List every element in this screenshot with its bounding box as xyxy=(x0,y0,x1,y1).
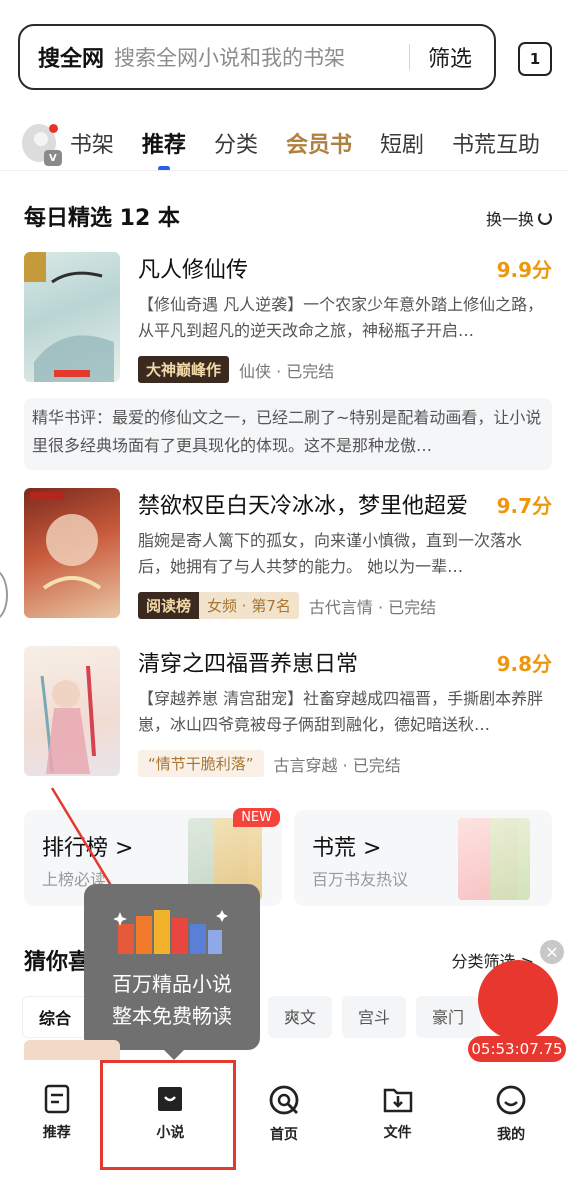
tab-category[interactable]: 分类 xyxy=(214,127,258,159)
book-genre-status: 仙侠 · 已完结 xyxy=(239,361,335,381)
daily-title: 每日精选 12 本 xyxy=(24,206,180,231)
home-q-icon xyxy=(269,1085,299,1115)
book-meta: 大神巅峰作 仙侠 · 已完结 xyxy=(138,356,334,383)
smile-icon xyxy=(496,1085,526,1115)
book-item[interactable]: 凡人修仙传 9.9分 【修仙奇遇 凡人逆袭】一个农家少年意外踏上修仙之路，从平凡… xyxy=(24,252,552,384)
book-shortage-card[interactable]: 书荒 > 百万书友热议 xyxy=(294,810,552,906)
book-title: 凡人修仙传 xyxy=(138,258,249,283)
chip-gongdou[interactable]: 宫斗 xyxy=(342,996,407,1038)
book-item[interactable]: 清穿之四福晋养崽日常 9.8分 【穿越养崽 清宫甜宠】社畜穿越成四福晋，手撕剧本… xyxy=(24,646,552,778)
books-illustration-icon xyxy=(114,910,228,954)
nav-mine[interactable]: 我的 xyxy=(454,1064,568,1184)
divider xyxy=(408,44,410,70)
search-row: 搜全网 搜索全网小说和我的书架 筛选 1 xyxy=(18,22,568,92)
book-cover xyxy=(24,1040,120,1060)
nav-label: 文件 xyxy=(383,1125,412,1141)
search-scope[interactable]: 搜全网 xyxy=(38,41,104,73)
search-input[interactable]: 搜索全网小说和我的书架 xyxy=(114,42,399,72)
book-tag: “情节干脆利落” xyxy=(138,750,264,777)
tab-short-drama[interactable]: 短剧 xyxy=(380,127,424,159)
countdown-timer: 05:53:07.75 xyxy=(468,1036,566,1062)
cover-art-icon xyxy=(40,665,96,774)
book-meta: “情节干脆利落” 古言穿越 · 已完结 xyxy=(138,750,401,777)
avatar[interactable]: V xyxy=(22,124,62,166)
nav-label: 我的 xyxy=(497,1127,526,1143)
nav-label: 推荐 xyxy=(42,1125,71,1141)
tabs-divider xyxy=(0,170,568,171)
shortage-thumb-icon xyxy=(490,818,530,900)
book-cover[interactable] xyxy=(24,646,120,776)
edge-handle-icon[interactable] xyxy=(0,570,8,620)
vip-badge: V xyxy=(43,150,62,166)
tooltip-line1: 百万精品小说 xyxy=(112,972,232,996)
book-description: 【修仙奇遇 凡人逆袭】一个农家少年意外踏上修仙之路，从平凡到超凡的逆天改命之旅，… xyxy=(138,295,544,340)
nav-home[interactable]: 首页 xyxy=(227,1064,341,1184)
book-tag: 阅读榜 xyxy=(138,592,200,619)
folder-download-icon xyxy=(383,1088,412,1113)
tab-book-help[interactable]: 书荒互助 xyxy=(452,127,540,159)
cover-art-icon xyxy=(24,252,114,382)
notification-dot xyxy=(48,124,58,133)
new-badge: NEW xyxy=(233,808,280,827)
avatar-head-icon xyxy=(34,132,48,146)
tab-vip-books[interactable]: 会员书 xyxy=(286,127,352,159)
book-cover[interactable] xyxy=(24,252,120,382)
book-review[interactable]: 精华书评：最爱的修仙文之一，已经二刷了~特别是配着动画看，让小说里很多经典场面有… xyxy=(24,398,552,470)
bottom-nav: 推荐 小说 首页 文件 我的 xyxy=(0,1064,568,1184)
chip-shuangwen[interactable]: 爽文 xyxy=(268,996,333,1038)
nav-recommend[interactable]: 推荐 xyxy=(0,1064,114,1184)
book-shortage-title: 书荒 > xyxy=(312,836,382,861)
tooltip-line2: 整本免费畅读 xyxy=(112,1004,232,1028)
cover-art-icon xyxy=(30,492,102,590)
book-genre-status: 古言穿越 · 已完结 xyxy=(273,755,401,775)
book-tag: 大神巅峰作 xyxy=(138,356,230,383)
book-title: 清穿之四福晋养崽日常 xyxy=(138,652,359,677)
chip-all[interactable]: 综合 xyxy=(22,996,89,1038)
close-icon[interactable]: ✕ xyxy=(540,940,564,964)
book-description: 脂婉是寄人篱下的孤女，向来谨小慎微，直到一次落水后，她拥有了与人共梦的能力。 她… xyxy=(138,531,523,576)
book-title: 禁欲权臣白天冷冰冰，梦里他超爱 xyxy=(138,494,469,519)
filter-button[interactable]: 筛选 xyxy=(428,41,472,73)
book-genre-status: 古代言情 · 已完结 xyxy=(308,597,437,617)
book-description: 【穿越养崽 清宫甜宠】社畜穿越成四福晋，手撕剧本养胖崽，冰山四爷竟被母子俩甜到融… xyxy=(138,689,544,734)
book-rank: 女频 · 第7名 xyxy=(199,592,299,619)
book-cover[interactable] xyxy=(24,488,120,618)
tab-count-button[interactable]: 1 xyxy=(518,42,552,76)
refresh-button[interactable]: 换一换 xyxy=(486,206,552,230)
book-score: 9.9分 xyxy=(496,258,552,282)
book-score: 9.8分 xyxy=(496,652,552,676)
tab-recommend[interactable]: 推荐 xyxy=(142,127,186,171)
book-score: 9.7分 xyxy=(496,494,552,518)
tab-bookshelf[interactable]: 书架 xyxy=(70,127,114,159)
refresh-icon xyxy=(538,211,552,225)
book-meta: 阅读榜 女频 · 第7名 古代言情 · 已完结 xyxy=(138,592,436,619)
chip-haomen[interactable]: 豪门 xyxy=(416,996,481,1038)
search-bar[interactable]: 搜全网 搜索全网小说和我的书架 筛选 xyxy=(18,24,496,90)
book-item[interactable]: 禁欲权臣白天冷冰冰，梦里他超爱 9.7分 脂婉是寄人篱下的孤女，向来谨小慎微，直… xyxy=(24,488,552,620)
book-shortage-subtitle: 百万书友热议 xyxy=(312,870,409,889)
annotation-highlight-box xyxy=(100,1060,236,1170)
refresh-label: 换一换 xyxy=(485,210,534,229)
nav-files[interactable]: 文件 xyxy=(341,1064,455,1184)
top-tabs: V 书架 推荐 分类 会员书 短剧 书荒互助 xyxy=(22,116,568,171)
floating-promo-icon[interactable] xyxy=(478,960,558,1040)
promo-tooltip[interactable]: 百万精品小说 整本免费畅读 xyxy=(84,884,260,1060)
nav-label: 首页 xyxy=(269,1127,298,1143)
document-icon xyxy=(44,1084,70,1114)
